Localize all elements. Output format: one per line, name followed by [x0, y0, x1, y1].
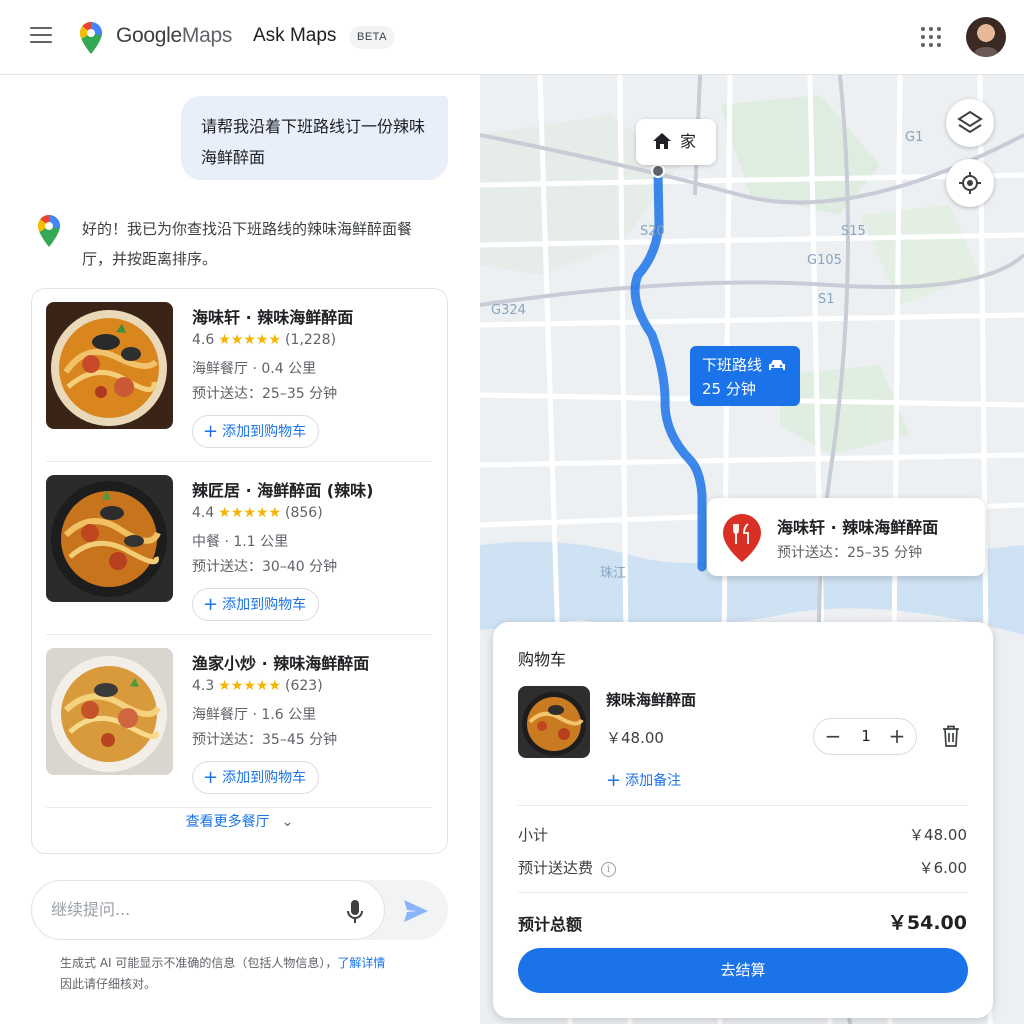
- plus-icon: +: [203, 594, 219, 615]
- river-label: 珠江: [600, 566, 627, 581]
- cart-item-name: 辣味海鲜醉面: [606, 691, 697, 709]
- restaurant-name: 辣匠居 · 海鲜醉面 (辣味): [192, 481, 374, 500]
- restaurant-pin-icon: [723, 514, 761, 562]
- maps-pin-icon: [80, 22, 102, 54]
- user-message-bubble: 请帮我沿着下班路线订一份辣味海鲜醉面: [181, 96, 448, 180]
- road-label-g105: G105: [807, 253, 842, 268]
- chat-input-container: [31, 880, 385, 940]
- restaurant-results-list: 海味轩 · 辣味海鲜醉面 4.6 ★★★★★ (1,228) 海鲜餐厅 · 0.4 …: [31, 288, 448, 854]
- delivery-fee-label: 预计送达费 i: [518, 857, 617, 878]
- ai-disclaimer: 生成式 AI 可能显示不准确的信息（包括人物信息），了解详情 因此请仔细核对。: [60, 956, 386, 991]
- delivery-eta: 预计送达：30–40 分钟: [192, 559, 338, 575]
- my-location-button[interactable]: [946, 159, 994, 207]
- restaurant-card[interactable]: 渔家小炒 · 辣味海鲜醉面 4.3 ★★★★★ (623) 海鲜餐厅 · 1.6 公…: [46, 635, 432, 808]
- trash-icon[interactable]: [942, 725, 960, 747]
- destination-name: 海味轩 · 辣味海鲜醉面: [777, 518, 939, 537]
- destination-card[interactable]: 海味轩 · 辣味海鲜醉面 预计送达：25–35 分钟: [707, 498, 985, 576]
- add-to-cart-button[interactable]: + 添加到购物车: [192, 415, 320, 448]
- chat-input[interactable]: [51, 900, 321, 919]
- road-label-s20: S20: [640, 224, 665, 239]
- road-label-g1: G1: [905, 130, 924, 145]
- cart-item-price: ￥48.00: [606, 729, 664, 747]
- show-more-restaurants-button[interactable]: 查看更多餐厅 ⌄: [32, 811, 447, 831]
- layers-button[interactable]: [946, 99, 994, 147]
- shopping-cart-panel: 购物车 辣味海鲜醉面 ￥48.00 − 1 + + 添加备注 小计 ￥48.00 …: [493, 622, 993, 1018]
- top-app-bar: GoogleMaps Ask Maps BETA: [0, 0, 1024, 75]
- avatar[interactable]: [966, 17, 1006, 57]
- chat-input-bar: [31, 880, 448, 940]
- route-eta-label[interactable]: 下班路线 25 分钟: [690, 346, 800, 406]
- plus-icon: +: [203, 767, 219, 788]
- layers-icon: [957, 110, 983, 134]
- apps-grid-icon[interactable]: [921, 27, 941, 47]
- home-marker[interactable]: 家: [636, 119, 716, 165]
- send-icon[interactable]: [403, 899, 429, 923]
- restaurant-meta: 海鲜餐厅 · 1.6 公里: [192, 707, 317, 723]
- assistant-message: 好的！我已为你查找沿下班路线的辣味海鲜醉面餐厅，并按距离排序。: [82, 220, 413, 268]
- quantity-value: 1: [861, 727, 871, 745]
- road-label-s15: S15: [841, 224, 866, 239]
- chat-panel: 请帮我沿着下班路线订一份辣味海鲜醉面 好的！我已为你查找沿下班路线的辣味海鲜醉面…: [0, 75, 480, 1024]
- info-icon[interactable]: i: [601, 862, 617, 877]
- destination-eta: 预计送达：25–35 分钟: [777, 545, 923, 561]
- restaurant-name: 海味轩 · 辣味海鲜醉面: [192, 308, 354, 327]
- road-label-s1: S1: [818, 292, 835, 307]
- divider: [518, 805, 968, 806]
- delivery-eta: 预计送达：25–35 分钟: [192, 386, 338, 402]
- beta-badge: BETA: [349, 26, 395, 49]
- restaurant-name: 渔家小炒 · 辣味海鲜醉面: [192, 654, 370, 673]
- restaurant-meta: 中餐 · 1.1 公里: [192, 534, 289, 550]
- quantity-stepper: − 1 +: [813, 718, 917, 755]
- star-rating-icon: ★★★★★: [218, 505, 282, 521]
- plus-icon: +: [606, 770, 622, 791]
- mic-icon[interactable]: [346, 899, 364, 925]
- cart-title: 购物车: [518, 650, 567, 669]
- add-to-cart-button[interactable]: + 添加到购物车: [192, 588, 320, 621]
- checkout-button[interactable]: 去结算: [518, 948, 968, 993]
- add-note-link[interactable]: + 添加备注: [606, 770, 681, 791]
- maps-pin-icon: [38, 215, 60, 247]
- total-label: 预计总额: [518, 915, 583, 934]
- plus-icon: +: [203, 421, 219, 442]
- star-rating-icon: ★★★★★: [218, 678, 282, 694]
- delivery-eta: 预计送达：35–45 分钟: [192, 732, 338, 748]
- menu-icon[interactable]: [30, 27, 52, 47]
- add-to-cart-button[interactable]: + 添加到购物车: [192, 761, 320, 794]
- dish-photo: [46, 648, 173, 775]
- restaurant-meta: 海鲜餐厅 · 0.4 公里: [192, 361, 317, 377]
- rating: 4.3 ★★★★★ (623): [192, 678, 323, 694]
- dish-photo: [46, 302, 173, 429]
- google-maps-logo[interactable]: GoogleMaps: [116, 24, 232, 48]
- decrease-quantity-button[interactable]: −: [820, 723, 846, 749]
- locate-icon: [959, 172, 981, 194]
- dish-photo: [46, 475, 173, 602]
- increase-quantity-button[interactable]: +: [884, 723, 910, 749]
- chevron-down-icon: ⌄: [281, 814, 294, 830]
- restaurant-card[interactable]: 海味轩 · 辣味海鲜醉面 4.6 ★★★★★ (1,228) 海鲜餐厅 · 0.4 …: [46, 289, 432, 462]
- home-icon: [653, 133, 671, 149]
- total-value: ￥54.00: [887, 912, 967, 934]
- learn-more-link[interactable]: 了解详情: [337, 956, 385, 970]
- divider: [518, 892, 968, 893]
- page-title: Ask Maps: [253, 25, 337, 46]
- road-label-g324: G324: [491, 303, 526, 318]
- restaurant-card[interactable]: 辣匠居 · 海鲜醉面 (辣味) 4.4 ★★★★★ (856) 中餐 · 1.1 公…: [46, 462, 432, 635]
- star-rating-icon: ★★★★★: [218, 332, 282, 348]
- subtotal-value: ￥48.00: [909, 826, 967, 844]
- subtotal-label: 小计: [518, 826, 549, 844]
- car-icon: [768, 356, 786, 378]
- delivery-fee-value: ￥6.00: [918, 859, 967, 877]
- rating: 4.6 ★★★★★ (1,228): [192, 332, 337, 348]
- rating: 4.4 ★★★★★ (856): [192, 505, 323, 521]
- cart-item-photo: [518, 686, 590, 758]
